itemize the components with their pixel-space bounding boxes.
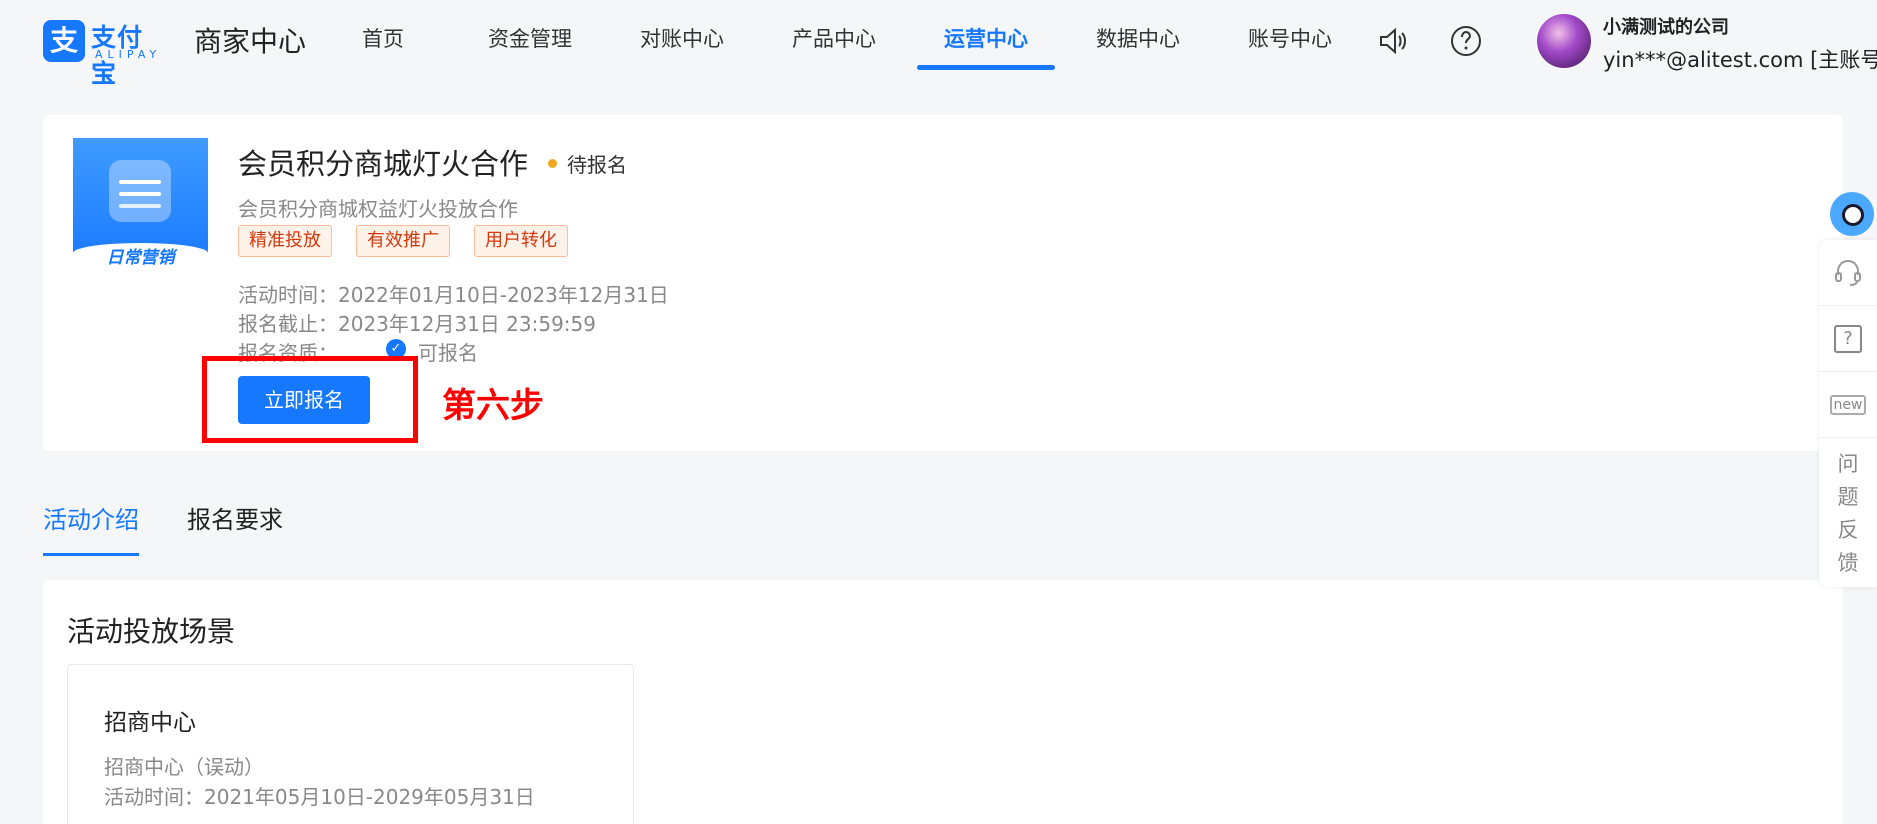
logo-text-en: ALIPAY — [95, 48, 162, 61]
site-name: 商家中心 — [194, 25, 307, 58]
scene-time: 活动时间：2021年05月10日-2029年05月31日 — [104, 785, 535, 809]
nav-home[interactable]: 首页 — [362, 0, 454, 84]
calendar-icon — [109, 160, 171, 222]
activity-time-label: 活动时间： — [238, 283, 338, 307]
annotation-step-label: 第六步 — [442, 386, 544, 426]
section-title: 活动投放场景 — [67, 615, 236, 648]
feedback-button[interactable]: 问 题 反 馈 — [1819, 448, 1877, 580]
feedback-char: 问 — [1837, 452, 1859, 476]
signup-deadline-label: 报名截止： — [238, 312, 338, 336]
customer-service-icon[interactable] — [1819, 240, 1877, 306]
thumbnail-caption: 日常营销 — [73, 243, 208, 273]
company-name: 小满测试的公司 — [1603, 17, 1729, 38]
speaker-icon[interactable] — [1375, 24, 1409, 58]
alipay-logo-icon: 支 — [43, 20, 85, 62]
annotation-highlight-box — [202, 356, 418, 443]
new-features-icon[interactable]: new — [1819, 372, 1877, 438]
feedback-char: 题 — [1837, 485, 1859, 509]
signup-deadline: 报名截止：2023年12月31日 23:59:59 — [238, 308, 596, 337]
help-icon[interactable] — [1449, 24, 1483, 58]
nav-data[interactable]: 数据中心 — [1062, 0, 1214, 84]
nav-account[interactable]: 账号中心 — [1214, 0, 1366, 84]
account-email: yin***@alitest.com [主账号] — [1603, 48, 1877, 72]
faq-icon[interactable]: ? — [1819, 306, 1877, 372]
nav-funds[interactable]: 资金管理 — [454, 0, 606, 84]
scenes-card: 活动投放场景 招商中心 招商中心（误动） 活动时间：2021年05月10日-20… — [43, 580, 1843, 824]
scene-card[interactable]: 招商中心 招商中心（误动） 活动时间：2021年05月10日-2029年05月3… — [67, 664, 634, 824]
status-dot-icon — [548, 159, 557, 168]
main-nav: 首页 资金管理 对账中心 产品中心 运营中心 数据中心 账号中心 — [332, 0, 1366, 84]
feedback-char: 反 — [1837, 518, 1859, 542]
signup-deadline-value: 2023年12月31日 23:59:59 — [338, 312, 596, 336]
avatar[interactable] — [1537, 14, 1591, 68]
activity-time: 活动时间：2022年01月10日-2023年12月31日 — [238, 279, 669, 308]
tag-list: 精准投放 有效推广 用户转化 — [238, 225, 592, 257]
scene-name: 招商中心 — [104, 710, 196, 736]
status-badge: 待报名 — [567, 153, 627, 177]
activity-thumbnail: 日常营销 — [73, 138, 208, 273]
nav-operations[interactable]: 运营中心 — [910, 0, 1062, 84]
top-header: 支 支付宝 ALIPAY 商家中心 首页 资金管理 对账中心 产品中心 运营中心… — [0, 0, 1877, 88]
nav-products[interactable]: 产品中心 — [758, 0, 910, 84]
alipay-logo[interactable]: 支 支付宝 ALIPAY — [43, 20, 167, 88]
mascot-eye — [1842, 204, 1864, 226]
activity-subtitle: 会员积分商城权益灯火投放合作 — [238, 197, 518, 221]
activity-title: 会员积分商城灯火合作 — [238, 147, 529, 181]
tab-activity-intro[interactable]: 活动介绍 — [43, 500, 139, 556]
feedback-char: 馈 — [1837, 551, 1859, 575]
floating-help-panel: ? new 问 题 反 馈 — [1819, 240, 1877, 587]
mascot-icon[interactable] — [1826, 184, 1874, 242]
nav-reconciliation[interactable]: 对账中心 — [606, 0, 758, 84]
tag: 有效推广 — [356, 225, 450, 257]
tag: 精准投放 — [238, 225, 332, 257]
qualification-value: 可报名 — [418, 341, 478, 365]
activity-time-value: 2022年01月10日-2023年12月31日 — [338, 283, 669, 307]
scene-desc: 招商中心（误动） — [104, 755, 264, 779]
tag: 用户转化 — [474, 225, 568, 257]
tab-signup-requirements[interactable]: 报名要求 — [187, 500, 283, 552]
